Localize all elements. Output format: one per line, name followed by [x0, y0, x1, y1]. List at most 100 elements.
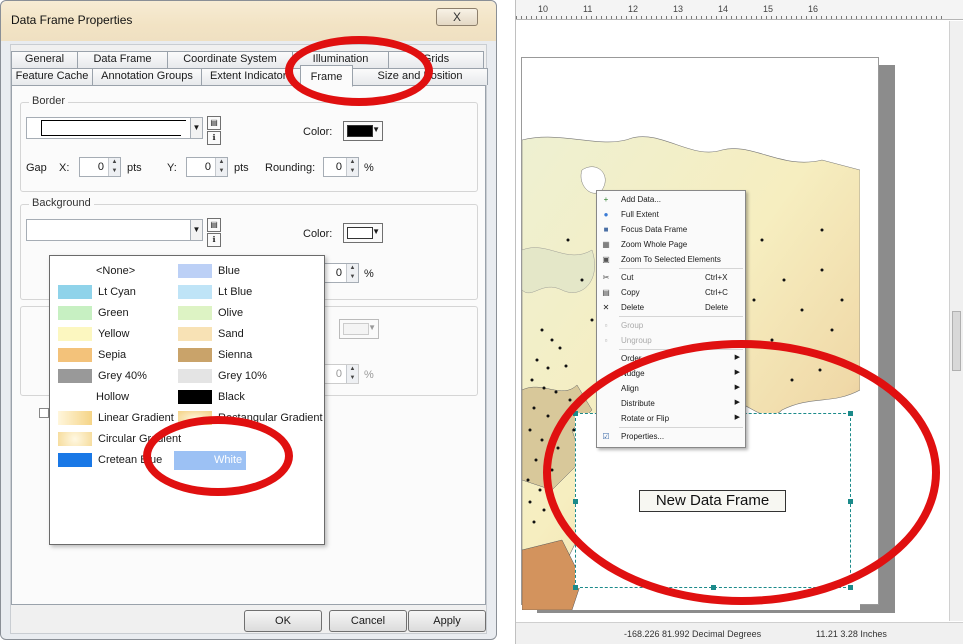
context-menu-item[interactable]: Order ▶: [597, 353, 745, 365]
tab-coordinate-system[interactable]: Coordinate System: [167, 51, 293, 68]
border-properties-icon[interactable]: ℹ: [207, 131, 221, 145]
color-option[interactable]: Lt Blue: [174, 283, 304, 302]
symbol-selector-icon[interactable]: ▤: [207, 218, 221, 232]
color-option-label: <None>: [96, 265, 136, 277]
shadow-rounding-spinner[interactable]: 0 ▲ ▼: [323, 364, 359, 384]
resize-handle[interactable]: [573, 499, 578, 504]
background-properties-icon[interactable]: ℹ: [207, 233, 221, 247]
scrollbar-thumb[interactable]: [952, 311, 961, 371]
resize-handle[interactable]: [848, 585, 853, 590]
color-option[interactable]: <None>: [54, 262, 184, 281]
background-color-swatch: [347, 227, 373, 239]
context-menu-item[interactable]: Rotate or Flip ▶: [597, 413, 745, 425]
context-menu-item[interactable]: ▤ Copy Ctrl+C: [597, 287, 745, 299]
resize-handle[interactable]: [848, 499, 853, 504]
color-option[interactable]: Black: [174, 388, 304, 407]
context-menu-item[interactable]: ✕ Delete Delete: [597, 302, 745, 314]
gap-x-label: X:: [59, 162, 70, 174]
resize-handle[interactable]: [573, 585, 578, 590]
border-color-button[interactable]: ▼: [343, 121, 383, 141]
tab-annotation-groups[interactable]: Annotation Groups: [92, 68, 202, 85]
resize-handle[interactable]: [848, 411, 853, 416]
ruler-tick: [746, 16, 747, 19]
resize-handle[interactable]: [711, 585, 716, 590]
context-menu-item[interactable]: ■ Focus Data Frame: [597, 224, 745, 236]
context-menu-item[interactable]: ▦ Zoom Whole Page: [597, 239, 745, 251]
color-option[interactable]: Sienna: [174, 346, 304, 365]
spinner-arrows-icon[interactable]: ▲ ▼: [346, 264, 358, 282]
tab-extent-indicators[interactable]: Extent Indicators: [201, 68, 301, 85]
spinner-arrows-icon[interactable]: ▲ ▼: [346, 158, 358, 176]
color-option[interactable]: Cretean Blue: [54, 451, 184, 470]
color-option[interactable]: Yellow: [54, 325, 184, 344]
tab-data-frame[interactable]: Data Frame: [77, 51, 168, 68]
spinner-arrows-icon[interactable]: ▲ ▼: [346, 365, 358, 383]
gap-x-spinner[interactable]: 0 ▲ ▼: [79, 157, 121, 177]
rounding-spinner[interactable]: 0 ▲ ▼: [323, 157, 359, 177]
context-menu-item[interactable]: + Add Data...: [597, 194, 745, 206]
menu-item-label: Rotate or Flip: [621, 414, 670, 423]
menu-item-icon: ■: [603, 225, 609, 234]
background-rounding-value: 0: [335, 267, 342, 279]
context-menu-item[interactable]: Nudge ▶: [597, 368, 745, 380]
spinner-arrows-icon[interactable]: ▲ ▼: [108, 158, 120, 176]
color-option[interactable]: Grey 40%: [54, 367, 184, 386]
ruler-label: 14: [718, 4, 729, 14]
submenu-arrow-icon: ▶: [734, 414, 740, 421]
background-color-button[interactable]: ▼: [343, 223, 383, 243]
context-menu-item[interactable]: ▫ Ungroup: [597, 335, 745, 347]
apply-button[interactable]: Apply: [408, 610, 486, 632]
color-swatch: [58, 453, 92, 467]
color-option[interactable]: Hollow: [54, 388, 184, 407]
context-menu-item[interactable]: ☑ Properties...: [597, 431, 745, 443]
cancel-button[interactable]: Cancel: [329, 610, 407, 632]
color-option[interactable]: Circular Gradient: [54, 430, 184, 449]
ruler-tick: [656, 16, 657, 19]
color-option[interactable]: Rectangular Gradient: [174, 409, 323, 428]
tab-size-and-position[interactable]: Size and Position: [352, 68, 488, 85]
ruler-label: 13: [673, 4, 684, 14]
tab-frame[interactable]: Frame: [300, 65, 353, 87]
color-option[interactable]: Blue: [174, 262, 304, 281]
shadow-color-button[interactable]: ▼: [339, 319, 379, 339]
chevron-down-icon[interactable]: ▼: [190, 118, 202, 138]
gap-y-spinner[interactable]: 0 ▲ ▼: [186, 157, 228, 177]
color-option[interactable]: Lt Cyan: [54, 283, 184, 302]
ruler-tick: [716, 16, 717, 19]
background-style-combo[interactable]: ▼: [26, 219, 203, 241]
ruler-tick: [741, 16, 742, 19]
ruler-tick: [576, 16, 577, 19]
ruler-tick: [906, 16, 907, 19]
resize-handle[interactable]: [573, 411, 578, 416]
close-button[interactable]: X: [436, 8, 478, 26]
context-menu-item[interactable]: ✂ Cut Ctrl+X: [597, 272, 745, 284]
color-option[interactable]: Grey 10%: [174, 367, 304, 386]
background-rounding-spinner[interactable]: 0 ▲ ▼: [323, 263, 359, 283]
rounding-unit: %: [364, 162, 374, 174]
tab-feature-cache[interactable]: Feature Cache: [11, 68, 93, 85]
tab-general[interactable]: General: [11, 51, 78, 68]
color-option[interactable]: Sepia: [54, 346, 184, 365]
color-option-label: Circular Gradient: [98, 433, 182, 445]
ok-button[interactable]: OK: [244, 610, 322, 632]
context-menu-item[interactable]: Align ▶: [597, 383, 745, 395]
color-option[interactable]: Linear Gradient: [54, 409, 184, 428]
checkbox[interactable]: [39, 408, 49, 418]
color-option-label: White: [214, 454, 243, 466]
context-menu-item[interactable]: ● Full Extent: [597, 209, 745, 221]
symbol-selector-icon[interactable]: ▤: [207, 116, 221, 130]
color-swatch: [178, 264, 212, 278]
color-option[interactable]: Olive: [174, 304, 304, 323]
color-option[interactable]: Sand: [174, 325, 304, 344]
color-option[interactable]: White: [174, 451, 246, 470]
color-option[interactable]: Green: [54, 304, 184, 323]
context-menu-item[interactable]: ▣ Zoom To Selected Elements: [597, 254, 745, 266]
tab-grids[interactable]: Grids: [388, 51, 484, 68]
context-menu-item[interactable]: Distribute ▶: [597, 398, 745, 410]
shadow-color-swatch: [343, 323, 369, 335]
border-style-combo[interactable]: ▼: [26, 117, 203, 139]
vertical-scrollbar[interactable]: [949, 21, 963, 621]
context-menu-item[interactable]: ▫ Group: [597, 320, 745, 332]
chevron-down-icon[interactable]: ▼: [190, 220, 202, 240]
spinner-arrows-icon[interactable]: ▲ ▼: [215, 158, 227, 176]
